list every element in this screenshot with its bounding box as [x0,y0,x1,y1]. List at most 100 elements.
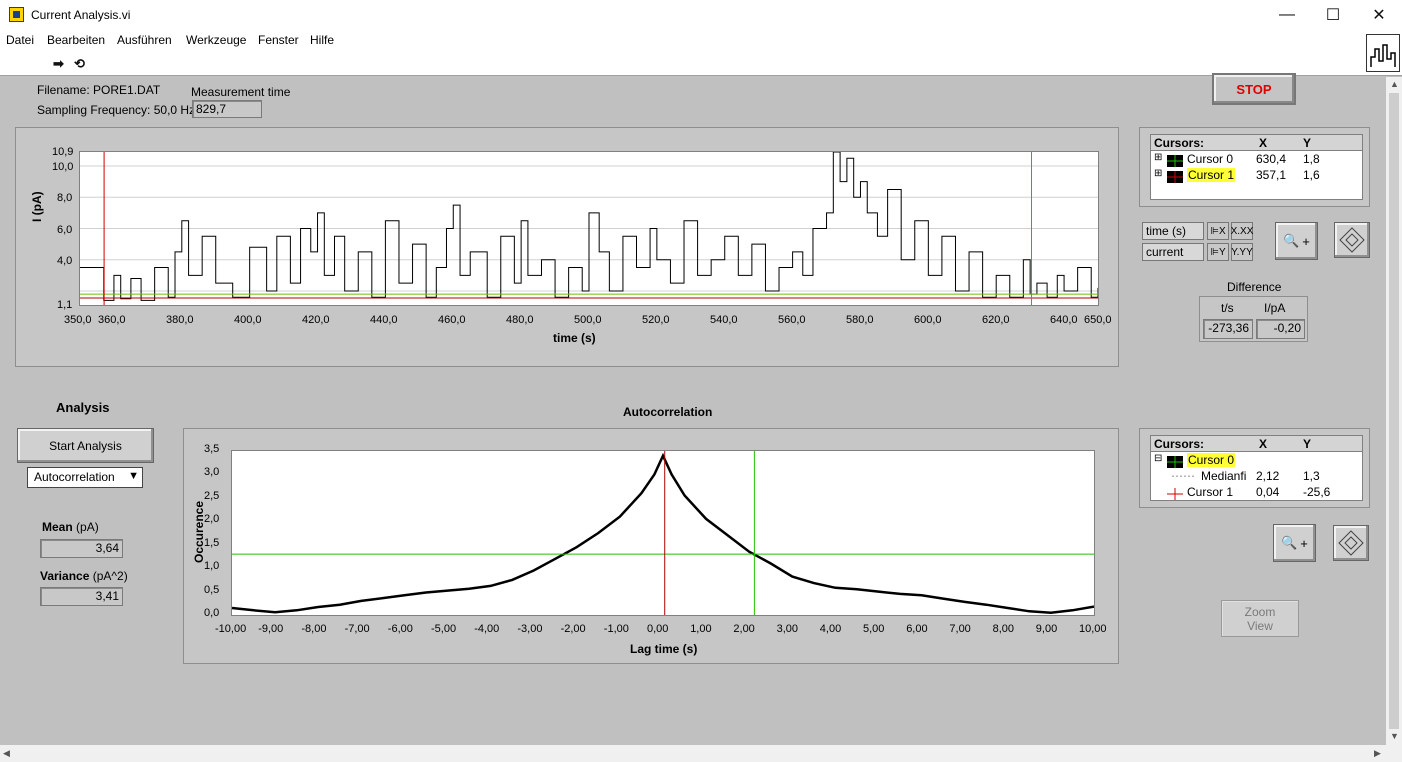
autocorr-x-axis-label: Lag time (s) [630,642,698,656]
variance-indicator: 3,41 [40,587,123,606]
autocorr-x-tick: -1,00 [603,623,629,635]
zoom-view-button[interactable]: Zoom View [1221,600,1299,637]
difference-t-value: -273,36 [1203,319,1253,339]
autocorr-y-tick: 0,0 [204,607,220,619]
sampling-value: 50,0 Hz [153,103,196,117]
collapse-icon[interactable]: ⊟ [1154,453,1162,464]
window-title: Current Analysis.vi [31,8,131,22]
difference-i-value: -0,20 [1256,319,1305,339]
menu-bearbeiten[interactable]: Bearbeiten [47,33,105,47]
cursor2-1-y: -25,6 [1303,485,1331,499]
crosshair-icon[interactable]: + [1300,536,1308,551]
vi-histogram-icon [1370,44,1396,67]
toolbar: ➡ ⟲ [0,50,1402,76]
cursor-row-1[interactable]: ⊞ Cursor 1 357,1 1,6 [1151,167,1362,183]
menu-hilfe[interactable]: Hilfe [310,33,334,47]
trace-y-tick: 8,0 [57,192,73,204]
y-scale-lock-button[interactable]: ⊫Y [1207,243,1229,261]
autocorr-x-tick: 10,00 [1079,623,1107,635]
cursor-0-swatch [1167,153,1183,167]
scroll-down-icon[interactable]: ▼ [1390,731,1399,741]
menu-werkzeuge[interactable]: Werkzeuge [186,33,246,47]
menu-datei[interactable]: Datei [6,33,34,47]
trace-plot-area[interactable] [79,151,1099,306]
pan-diamond-button-1[interactable] [1334,222,1370,258]
autocorr-y-tick: 0,5 [204,583,220,596]
run-continuously-icon[interactable]: ⟲ [74,56,85,72]
zoom-icon[interactable]: 🔍 [1283,233,1299,249]
title-bar: Current Analysis.vi — ☐ ✕ [0,0,1402,30]
cursor-legend-1: Cursors: X Y ⊞ Cursor 0 630,4 1,8 ⊞ Curs… [1139,127,1370,207]
menu-ausfuehren[interactable]: Ausführen [117,33,172,47]
scroll-right-icon[interactable]: ▶ [1374,748,1381,759]
scroll-left-icon[interactable]: ◀ [3,748,10,759]
autocorr-plot-area[interactable] [231,450,1095,616]
trace-x-tick: 620,0 [982,314,1010,326]
measurement-time-indicator: 829,7 [192,100,262,118]
scrollbar-corner [1386,745,1402,762]
zoom-view-label-1: Zoom [1244,604,1276,619]
expand-icon[interactable]: ⊞ [1154,152,1162,163]
trace-x-tick: 440,0 [370,314,398,326]
minimize-button[interactable]: — [1264,0,1310,30]
crosshair-icon[interactable]: + [1302,234,1310,249]
start-analysis-button[interactable]: Start Analysis [17,428,154,463]
filename-label: Filename: [37,83,90,97]
autocorr-x-tick: 1,00 [690,623,712,635]
x-scale-format-button[interactable]: X.XX [1231,222,1253,240]
autocorr-x-tick: -7,00 [344,623,370,635]
autocorr-x-tick: -3,00 [517,623,543,635]
y-scale-format-button[interactable]: Y.YY [1231,243,1253,261]
zoom-icon[interactable]: 🔍 [1281,535,1297,551]
maximize-button[interactable]: ☐ [1310,0,1356,30]
menu-fenster[interactable]: Fenster [258,33,299,47]
close-button[interactable]: ✕ [1356,0,1402,30]
trace-y-tick: 1,1 [57,299,73,311]
graph-tools-palette-2[interactable]: 🔍 + [1273,524,1316,562]
mean-label: Mean [42,520,73,534]
autocorr-plot [231,451,1095,615]
pan-diamond-button-2[interactable] [1333,525,1369,561]
filename-row: Filename: PORE1.DAT [37,83,160,97]
current-trace-graph: I (pA) 10,9 10,0 8,0 6,0 4,0 1,1 350,0 36… [15,127,1119,367]
cursor-row-0[interactable]: ⊞ Cursor 0 630,4 1,8 [1151,151,1362,167]
y-scale-name: current [1142,243,1204,261]
x-scale-lock-button[interactable]: ⊫X [1207,222,1229,240]
cursor2-row-medianfi[interactable]: ⋯⋯ Medianfi 2,12 1,3 [1151,468,1362,484]
autocorrelation-graph: Occurence 3,5 3,0 2,5 2,0 1,5 1,0 0,5 0,0 -10,0… [183,428,1119,664]
menu-bar: Datei Bearbeiten Ausführen Werkzeuge Fen… [0,30,1402,50]
scroll-up-icon[interactable]: ▲ [1390,79,1399,89]
autocorr-y-tick: 2,5 [204,489,220,502]
cursor-table-2[interactable]: Cursors: X Y ⊟ Cursor 0 ⋯⋯ Medianfi 2,12… [1150,435,1363,501]
autocorr-x-tick: 7,00 [949,623,971,635]
expand-icon[interactable]: ⊞ [1154,168,1162,179]
autocorr-x-tick: 3,00 [776,623,799,635]
trace-x-ticks: 350,0 360,0 380,0 400,0 420,0 440,0 460,0 480,0… [64,314,1112,330]
vertical-scroll-thumb[interactable] [1389,93,1399,729]
pan-diamond-icon [1339,227,1365,253]
tree-connector: ⋯⋯ [1171,469,1195,483]
vertical-scrollbar[interactable]: ▲ ▼ [1386,77,1402,745]
autocorr-x-tick: -9,00 [258,623,284,635]
horizontal-scrollbar[interactable]: ◀ ▶ [0,745,1386,762]
trace-x-tick: 580,0 [846,314,874,326]
trace-x-tick: 350,0 [64,314,92,326]
analysis-title: Analysis [56,400,110,415]
run-arrow-icon[interactable]: ➡ [53,56,64,72]
autocorr-series-line [231,452,1095,614]
trace-x-tick: 560,0 [778,314,806,326]
graph-tools-palette-1[interactable]: 🔍 + [1275,222,1318,260]
trace-y-tick: 10,9 [52,146,74,158]
autocorr-x-tick: -10,00 [215,623,247,635]
autocorr-x-tick: -5,00 [431,623,457,635]
stop-button[interactable]: STOP [1212,73,1296,105]
trace-x-tick: 420,0 [302,314,330,326]
chevron-down-icon: ▼ [128,470,139,482]
labview-app-icon [9,7,24,22]
cursor-1-y: 1,6 [1303,168,1320,182]
cursor2-row-1[interactable]: Cursor 1 0,04 -25,6 [1151,484,1362,500]
cursor2-row-0[interactable]: ⊟ Cursor 0 [1151,452,1362,468]
analysis-mode-select[interactable]: Autocorrelation ▼ [27,467,143,488]
cursor-table-1[interactable]: Cursors: X Y ⊞ Cursor 0 630,4 1,8 ⊞ Curs… [1150,134,1363,200]
trace-x-tick: 540,0 [710,314,738,326]
